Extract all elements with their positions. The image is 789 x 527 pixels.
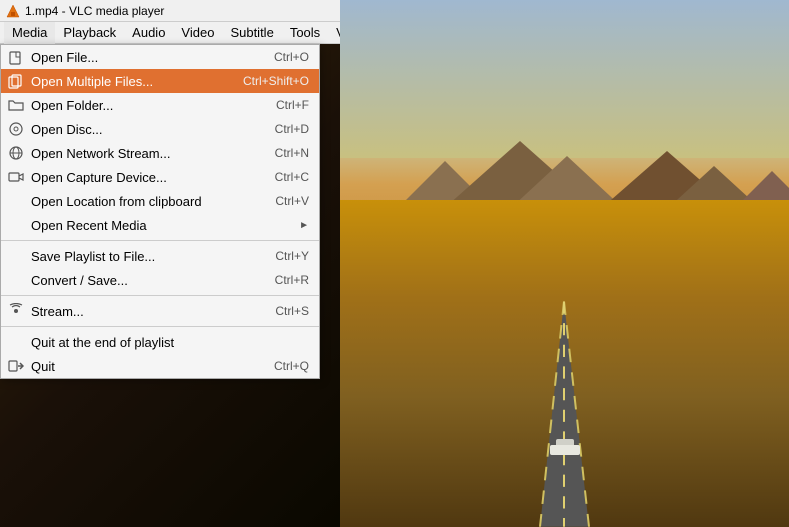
car <box>550 439 580 455</box>
media-dropdown-menu: Open File... Ctrl+O Open Multiple Files.… <box>0 44 320 379</box>
menu-media[interactable]: Media <box>4 22 55 44</box>
open-multiple-icon <box>7 72 25 90</box>
separator-1 <box>1 240 319 241</box>
menu-item-open-clipboard[interactable]: Open Location from clipboard Ctrl+V <box>1 189 319 213</box>
open-recent-icon <box>7 216 25 234</box>
menu-item-open-recent[interactable]: Open Recent Media ► <box>1 213 319 237</box>
video-area <box>340 0 789 527</box>
menu-item-open-capture[interactable]: Open Capture Device... Ctrl+C <box>1 165 319 189</box>
open-file-icon <box>7 48 25 66</box>
open-network-icon <box>7 144 25 162</box>
menu-video[interactable]: Video <box>173 22 222 44</box>
ground <box>340 200 789 527</box>
separator-3 <box>1 326 319 327</box>
quit-icon <box>7 357 25 375</box>
menu-audio[interactable]: Audio <box>124 22 173 44</box>
menu-item-open-disc[interactable]: Open Disc... Ctrl+D <box>1 117 319 141</box>
convert-icon <box>7 271 25 289</box>
menu-item-quit-end[interactable]: Quit at the end of playlist <box>1 330 319 354</box>
menu-item-open-file[interactable]: Open File... Ctrl+O <box>1 45 319 69</box>
menu-playback[interactable]: Playback <box>55 22 124 44</box>
title-text: 1.mp4 - VLC media player <box>25 4 164 18</box>
menu-item-open-multiple[interactable]: Open Multiple Files... Ctrl+Shift+O <box>1 69 319 93</box>
open-clipboard-icon <box>7 192 25 210</box>
menu-item-quit[interactable]: Quit Ctrl+Q <box>1 354 319 378</box>
stream-icon <box>7 302 25 320</box>
menu-item-save-playlist[interactable]: Save Playlist to File... Ctrl+Y <box>1 244 319 268</box>
open-capture-icon <box>7 168 25 186</box>
menu-subtitle[interactable]: Subtitle <box>222 22 281 44</box>
open-disc-icon <box>7 120 25 138</box>
vlc-icon <box>6 4 20 18</box>
menu-item-convert[interactable]: Convert / Save... Ctrl+R <box>1 268 319 292</box>
quit-end-icon <box>7 333 25 351</box>
submenu-arrow-icon: ► <box>299 220 309 231</box>
open-folder-icon <box>7 96 25 114</box>
menu-item-open-network[interactable]: Open Network Stream... Ctrl+N <box>1 141 319 165</box>
menu-item-stream[interactable]: Stream... Ctrl+S <box>1 299 319 323</box>
menu-item-open-folder[interactable]: Open Folder... Ctrl+F <box>1 93 319 117</box>
separator-2 <box>1 295 319 296</box>
save-playlist-icon <box>7 247 25 265</box>
menu-tools[interactable]: Tools <box>282 22 328 44</box>
